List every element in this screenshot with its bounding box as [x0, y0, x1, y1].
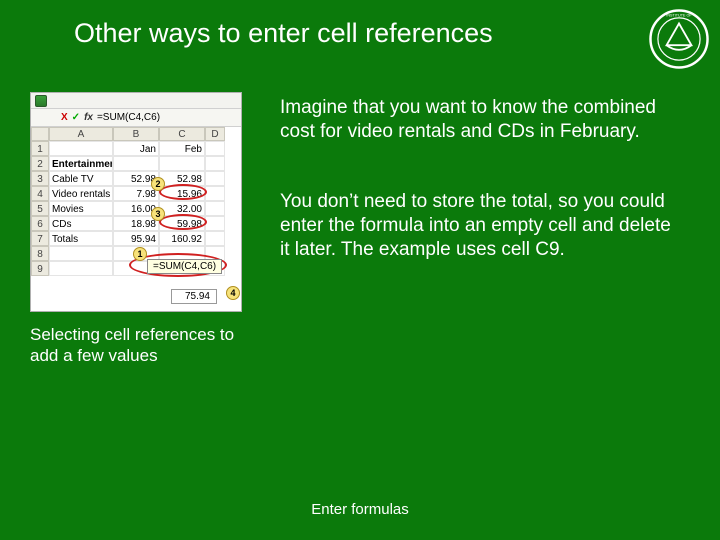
paragraph-2: You don’t need to store the total, so yo… — [280, 190, 680, 261]
spreadsheet-titlebar — [31, 93, 241, 109]
slide-title: Other ways to enter cell references — [74, 18, 493, 49]
annotation-badge-3: 3 — [151, 207, 165, 221]
cell: 160.92 — [159, 231, 205, 246]
svg-text:INSTITUTE OF: INSTITUTE OF — [666, 14, 692, 18]
cell: Feb — [159, 141, 205, 156]
cell — [205, 201, 225, 216]
cell — [49, 261, 113, 276]
annotation-badge-1: 1 — [133, 247, 147, 261]
spreadsheet-figure: X ✓ fx =SUM(C4,C6) A B C D 1 Jan Feb 2 E… — [30, 92, 242, 312]
row-header: 6 — [31, 216, 49, 231]
col-header-d: D — [205, 127, 225, 141]
cell: 95.94 — [113, 231, 159, 246]
cell — [205, 171, 225, 186]
formula-result-box: 75.94 — [171, 289, 217, 304]
row-header: 8 — [31, 246, 49, 261]
paragraph-1: Imagine that you want to know the combin… — [280, 96, 680, 144]
formula-tooltip: =SUM(C4,C6) — [147, 259, 222, 274]
cell — [49, 141, 113, 156]
excel-app-icon — [35, 95, 47, 107]
row-header: 5 — [31, 201, 49, 216]
cell — [205, 231, 225, 246]
cell — [205, 141, 225, 156]
cell — [113, 156, 159, 171]
cell: Video rentals — [49, 186, 113, 201]
row-header: 3 — [31, 171, 49, 186]
seal-icon: INSTITUTE OF — [648, 8, 710, 70]
row-header: 9 — [31, 261, 49, 276]
col-header-blank — [31, 127, 49, 141]
row-header: 1 — [31, 141, 49, 156]
formula-bar: X ✓ fx =SUM(C4,C6) — [31, 109, 241, 127]
annotation-badge-4: 4 — [226, 286, 240, 300]
cancel-icon: X — [61, 112, 68, 123]
col-header-a: A — [49, 127, 113, 141]
row-header: 7 — [31, 231, 49, 246]
enter-icon: ✓ — [72, 112, 80, 123]
cell — [205, 186, 225, 201]
institute-seal-logo: INSTITUTE OF — [648, 8, 710, 70]
row-header: 4 — [31, 186, 49, 201]
cell: Totals — [49, 231, 113, 246]
cell: CDs — [49, 216, 113, 231]
annotation-badge-2: 2 — [151, 177, 165, 191]
col-header-c: C — [159, 127, 205, 141]
row-header: 2 — [31, 156, 49, 171]
cell — [205, 156, 225, 171]
cell — [49, 246, 113, 261]
slide-footer: Enter formulas — [0, 501, 720, 518]
cell: Jan — [113, 141, 159, 156]
cell: Cable TV — [49, 171, 113, 186]
fx-icon: fx — [84, 112, 93, 123]
formula-bar-text: =SUM(C4,C6) — [97, 112, 160, 123]
cell — [159, 156, 205, 171]
col-header-b: B — [113, 127, 159, 141]
selection-highlight-oval — [159, 184, 207, 200]
cell — [205, 216, 225, 231]
cell: Entertainment — [49, 156, 113, 171]
selection-highlight-oval — [159, 214, 207, 230]
figure-caption: Selecting cell references to add a few v… — [30, 324, 250, 367]
cell: Movies — [49, 201, 113, 216]
